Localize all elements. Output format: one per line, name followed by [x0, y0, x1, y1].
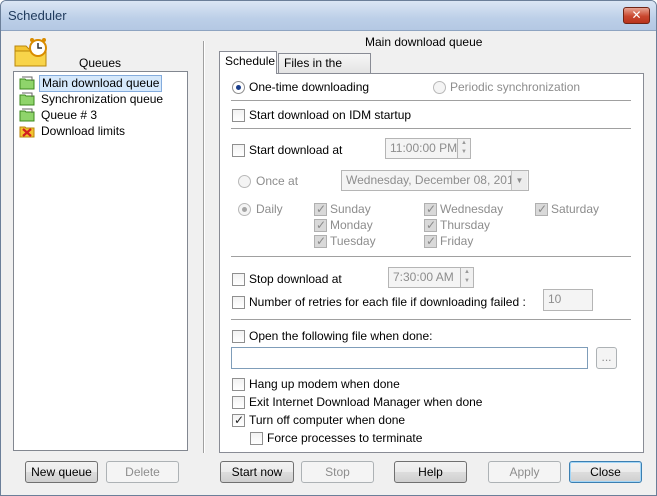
stop-at-checkbox[interactable]	[232, 273, 245, 286]
separator	[231, 319, 631, 321]
separator	[231, 100, 631, 102]
day-label: Tuesday	[330, 234, 376, 248]
start-time-field[interactable]: 11:00:00 PM	[385, 138, 458, 159]
queue-folder-icon	[19, 92, 35, 106]
queue-item-download-limits[interactable]: Download limits	[19, 123, 127, 139]
open-file-checkbox[interactable]	[232, 330, 245, 343]
turn-off-label: Turn off computer when done	[249, 413, 406, 427]
retries-checkbox[interactable]	[232, 296, 245, 309]
stop-time-field[interactable]: 7:30:00 AM	[388, 267, 461, 288]
close-window-button[interactable]: ✕	[623, 7, 650, 24]
start-now-button[interactable]: Start now	[220, 461, 294, 483]
turn-off-checkbox[interactable]: ✓	[232, 413, 245, 427]
day-friday-checkbox[interactable]: ✓	[424, 234, 437, 248]
day-label: Friday	[440, 234, 474, 248]
spin-up-icon[interactable]: ▲	[458, 139, 470, 148]
help-button[interactable]: Help	[394, 461, 467, 483]
stop-at-label: Stop download at	[249, 272, 342, 286]
scheduler-window: Scheduler ✕ Queues Main download queue S…	[0, 0, 657, 496]
queue-item-main[interactable]: Main download queue	[19, 74, 163, 92]
queue-item-label: Queue # 3	[41, 107, 98, 122]
check-icon: ✓	[537, 202, 548, 216]
queue-item-synchronization[interactable]: Synchronization queue	[19, 91, 165, 107]
queues-label: Queues	[79, 56, 122, 70]
delete-queue-button[interactable]: Delete	[106, 461, 179, 483]
separator	[231, 256, 631, 258]
exit-idm-checkbox[interactable]	[232, 396, 245, 409]
force-terminate-label: Force processes to terminate	[267, 431, 423, 445]
queue-item-label: Synchronization queue	[41, 91, 164, 106]
periodic-radio[interactable]	[433, 81, 446, 94]
start-at-checkbox[interactable]	[232, 144, 245, 157]
chevron-down-icon[interactable]: ▼	[511, 171, 527, 190]
one-time-label: One-time downloading	[249, 80, 370, 94]
check-icon: ✓	[234, 413, 245, 427]
day-monday-checkbox[interactable]: ✓	[314, 218, 327, 232]
once-date-field[interactable]: Wednesday, December 08, 2010	[341, 170, 529, 191]
queue-folder-icon	[19, 108, 35, 122]
tab-files-in-queue[interactable]: Files in the queue	[278, 53, 371, 89]
day-thursday-checkbox[interactable]: ✓	[424, 218, 437, 232]
hang-up-checkbox[interactable]	[232, 378, 245, 391]
stop-button[interactable]: Stop	[301, 461, 374, 483]
periodic-label: Periodic synchronization	[450, 80, 581, 94]
daily-radio[interactable]	[238, 203, 251, 216]
queue-item-queue-3[interactable]: Queue # 3	[19, 107, 99, 123]
day-label: Thursday	[440, 218, 491, 232]
force-terminate-checkbox[interactable]	[250, 432, 263, 445]
separator	[231, 128, 631, 130]
check-icon: ✓	[316, 234, 327, 248]
queue-list[interactable]: Main download queue Synchronization queu…	[13, 71, 188, 451]
queue-item-label: Main download queue	[39, 74, 163, 92]
start-on-startup-checkbox[interactable]	[232, 109, 245, 122]
check-icon: ✓	[426, 218, 437, 232]
apply-button[interactable]: Apply	[488, 461, 561, 483]
browse-button[interactable]: ...	[596, 347, 617, 369]
new-queue-button[interactable]: New queue	[25, 461, 98, 483]
one-time-radio[interactable]	[232, 81, 245, 94]
exit-idm-label: Exit Internet Download Manager when done	[249, 395, 483, 409]
open-file-path-input[interactable]	[231, 347, 588, 369]
download-limits-icon	[19, 126, 35, 138]
start-on-startup-label: Start download on IDM startup	[249, 108, 412, 122]
open-file-label: Open the following file when done:	[249, 329, 433, 343]
close-button[interactable]: Close	[569, 461, 642, 483]
check-icon: ✓	[426, 234, 437, 248]
day-label: Wednesday	[440, 202, 504, 216]
day-label: Sunday	[330, 202, 371, 216]
panel-title: Main download queue	[365, 35, 483, 49]
once-at-radio[interactable]	[238, 175, 251, 188]
window-title: Scheduler	[8, 8, 67, 23]
retries-label: Number of retries for each file if downl…	[249, 295, 526, 309]
retries-field[interactable]: 10	[543, 289, 593, 311]
tab-schedule[interactable]: Schedule	[219, 51, 277, 74]
day-wednesday-checkbox[interactable]: ✓	[424, 202, 437, 216]
check-icon: ✓	[316, 218, 327, 232]
check-icon: ✓	[316, 202, 327, 216]
scheduler-clock-icon	[14, 38, 47, 67]
start-at-label: Start download at	[249, 143, 343, 157]
pane-divider	[203, 41, 205, 453]
check-icon: ✓	[426, 202, 437, 216]
day-tuesday-checkbox[interactable]: ✓	[314, 234, 327, 248]
day-sunday-checkbox[interactable]: ✓	[314, 202, 327, 216]
stop-time-spinner[interactable]: ▲ ▼	[460, 267, 474, 288]
spin-down-icon[interactable]: ▼	[458, 148, 470, 157]
hang-up-label: Hang up modem when done	[249, 377, 400, 391]
spin-up-icon[interactable]: ▲	[461, 268, 473, 277]
queue-folder-icon	[19, 76, 35, 90]
day-saturday-checkbox[interactable]: ✓	[535, 202, 548, 216]
queue-item-label: Download limits	[41, 123, 126, 138]
day-label: Monday	[330, 218, 373, 232]
once-at-label: Once at	[256, 174, 299, 188]
daily-label: Daily	[256, 202, 283, 216]
day-label: Saturday	[551, 202, 600, 216]
spin-down-icon[interactable]: ▼	[461, 277, 473, 286]
start-time-spinner[interactable]: ▲ ▼	[457, 138, 471, 159]
title-bar[interactable]: Scheduler ✕	[1, 1, 656, 31]
